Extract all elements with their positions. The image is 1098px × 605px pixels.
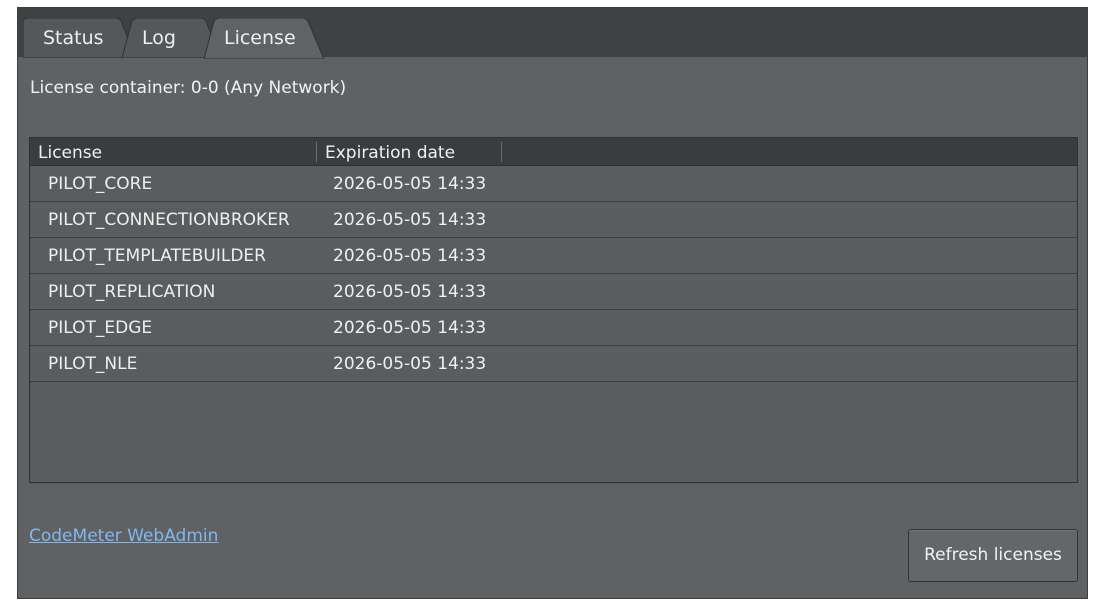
expiration-date-cell: 2026-05-05 14:33: [333, 174, 487, 194]
license-container-label: License container: 0-0 (Any Network): [30, 78, 347, 98]
refresh-licenses-button[interactable]: Refresh licenses: [908, 529, 1078, 582]
tab-status-label: Status: [43, 27, 104, 49]
license-name-cell: PILOT_TEMPLATEBUILDER: [48, 246, 266, 266]
tab-status[interactable]: Status: [23, 18, 136, 58]
table-header: License Expiration date: [30, 138, 1077, 166]
column-header-expiration[interactable]: Expiration date: [317, 138, 501, 165]
expiration-date-cell: 2026-05-05 14:33: [333, 318, 487, 338]
license-name-cell: PILOT_EDGE: [48, 318, 153, 338]
license-name-cell: PILOT_CORE: [48, 174, 153, 194]
tab-bar: Status Log License: [18, 8, 1087, 59]
license-name-cell: PILOT_NLE: [48, 354, 138, 374]
expiration-date-cell: 2026-05-05 14:33: [333, 246, 487, 266]
column-header-license[interactable]: License: [30, 138, 316, 165]
tab-license-label: License: [224, 27, 296, 49]
license-panel-window: Status Log License License container: 0-…: [17, 7, 1088, 599]
table-row[interactable]: PILOT_NLE 2026-05-05 14:33: [30, 346, 1077, 382]
license-name-cell: PILOT_REPLICATION: [48, 282, 216, 302]
table-row[interactable]: PILOT_TEMPLATEBUILDER 2026-05-05 14:33: [30, 238, 1077, 274]
codemeter-webadmin-link[interactable]: CodeMeter WebAdmin: [29, 526, 218, 546]
tab-log-label: Log: [142, 27, 176, 49]
expiration-date-cell: 2026-05-05 14:33: [333, 282, 487, 302]
table-row[interactable]: PILOT_CONNECTIONBROKER 2026-05-05 14:33: [30, 202, 1077, 238]
license-table: License Expiration date PILOT_CORE 2026-…: [29, 137, 1078, 483]
license-name-cell: PILOT_CONNECTIONBROKER: [48, 210, 290, 230]
expiration-date-cell: 2026-05-05 14:33: [333, 210, 487, 230]
column-separator[interactable]: [501, 142, 502, 162]
tab-license[interactable]: License: [204, 18, 324, 59]
table-row[interactable]: PILOT_REPLICATION 2026-05-05 14:33: [30, 274, 1077, 310]
table-row[interactable]: PILOT_CORE 2026-05-05 14:33: [30, 166, 1077, 202]
table-row[interactable]: PILOT_EDGE 2026-05-05 14:33: [30, 310, 1077, 346]
expiration-date-cell: 2026-05-05 14:33: [333, 354, 487, 374]
